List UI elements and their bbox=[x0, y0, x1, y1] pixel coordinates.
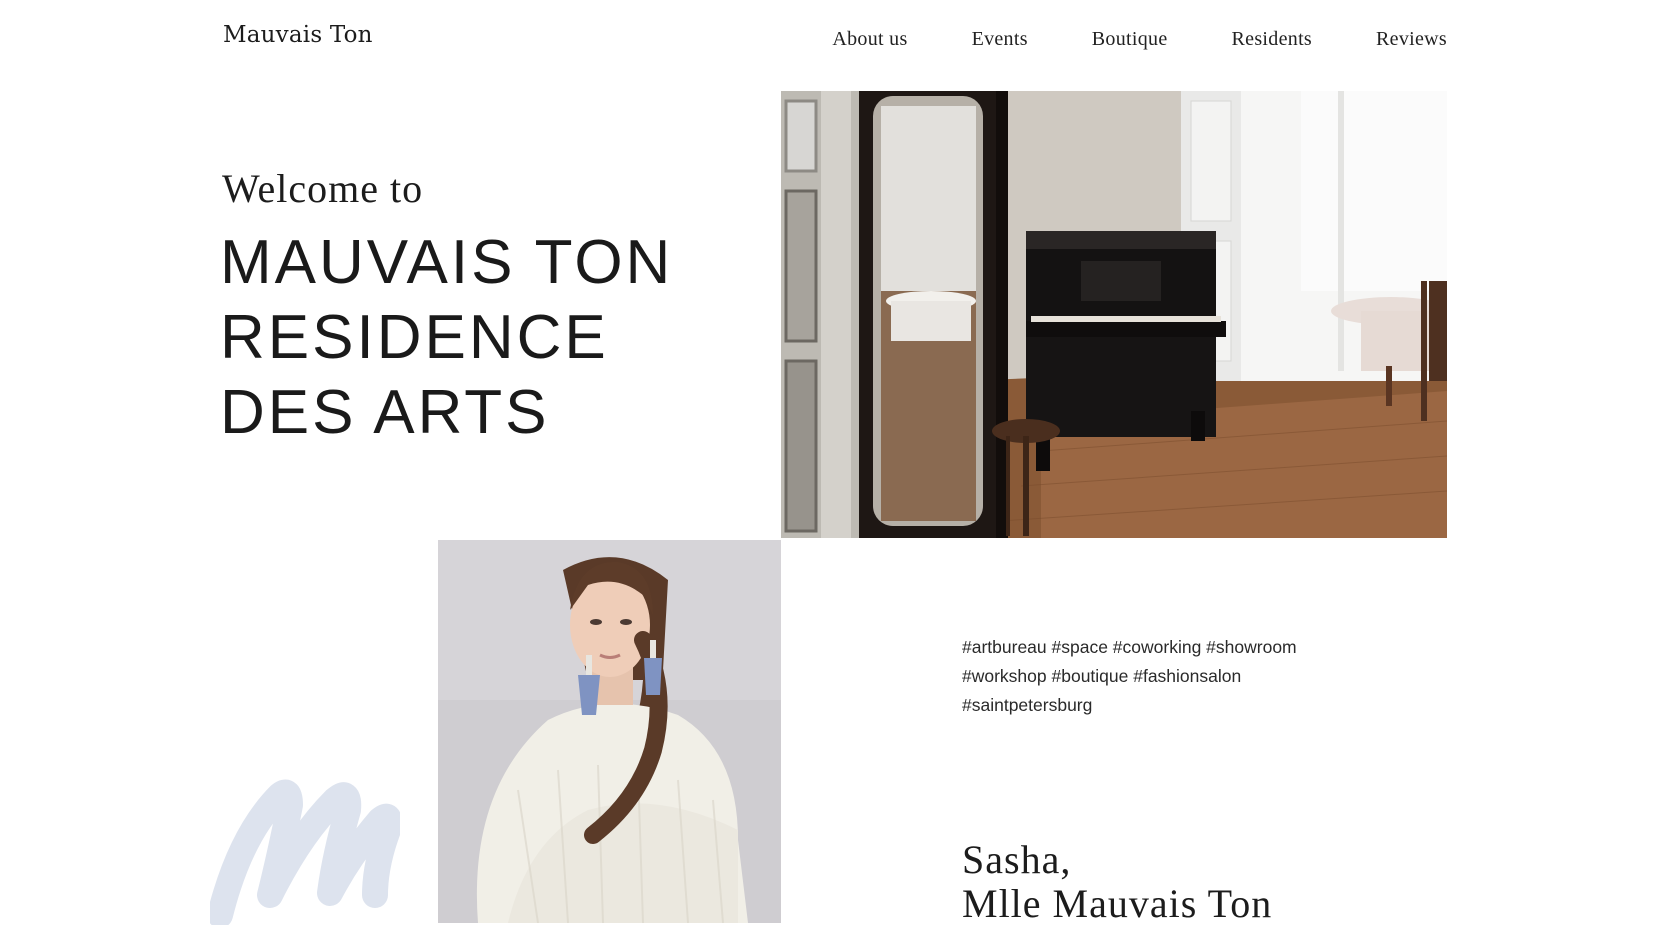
hashtag-line-1: #artbureau #space #coworking #showroom bbox=[962, 637, 1297, 657]
nav-residents[interactable]: Residents bbox=[1232, 28, 1312, 51]
nav-about-us[interactable]: About us bbox=[832, 28, 907, 51]
hashtag-line-3: #saintpetersburg bbox=[962, 695, 1093, 715]
signature-block: Sasha, Mlle Mauvais Ton bbox=[962, 838, 1272, 926]
headline-line-2: RESIDENCE bbox=[220, 303, 609, 372]
signature-title: Mlle Mauvais Ton bbox=[962, 881, 1273, 926]
main-nav: About us Events Boutique Residents Revie… bbox=[768, 28, 1447, 51]
page: Mauvais Ton About us Events Boutique Res… bbox=[0, 0, 1680, 945]
nav-events[interactable]: Events bbox=[972, 28, 1028, 51]
welcome-text: Welcome to bbox=[222, 166, 424, 211]
nav-reviews[interactable]: Reviews bbox=[1376, 28, 1447, 51]
interior-piano-photo bbox=[781, 91, 1447, 538]
headline-line-1: MAUVAIS TON bbox=[220, 228, 674, 297]
headline-line-3: DES ARTS bbox=[220, 378, 550, 447]
hero-headline: MAUVAIS TON RESIDENCE DES ARTS bbox=[220, 225, 673, 450]
hashtag-line-2: #workshop #boutique #fashionsalon bbox=[962, 666, 1242, 686]
logo[interactable]: Mauvais Ton bbox=[223, 22, 373, 48]
nav-boutique[interactable]: Boutique bbox=[1092, 28, 1168, 51]
woman-white-sweater-photo bbox=[438, 540, 781, 923]
hashtag-list: #artbureau #space #coworking #showroom #… bbox=[962, 633, 1382, 720]
signature-name: Sasha, bbox=[962, 837, 1072, 882]
brush-m-icon bbox=[210, 779, 400, 925]
